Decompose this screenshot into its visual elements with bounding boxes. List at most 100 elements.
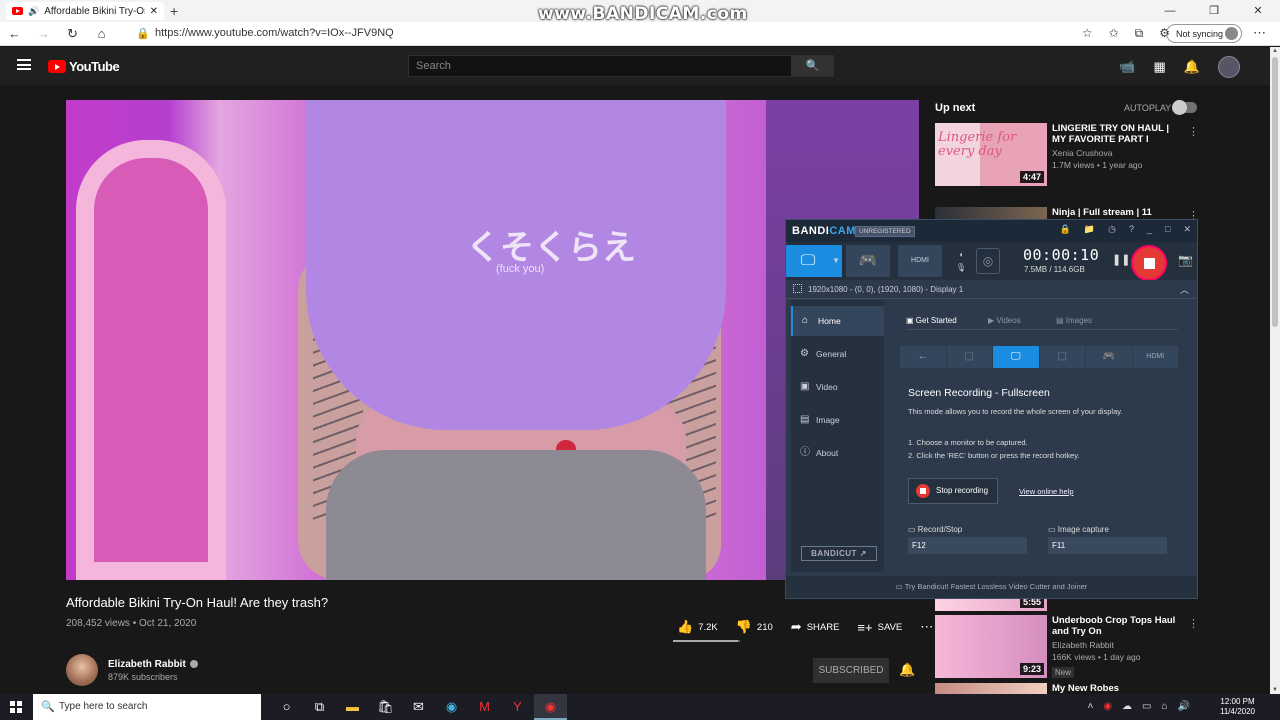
bandicam-taskbar-icon[interactable]: ◉: [534, 694, 567, 720]
nav-video[interactable]: ▣ Video: [791, 372, 884, 402]
tab-videos[interactable]: ▶ Videos: [988, 316, 1021, 325]
user-avatar[interactable]: [1218, 56, 1240, 78]
region-bar[interactable]: 1920x1080 - (0, 0), (1920, 1080) - Displ…: [786, 280, 1197, 299]
restore-icon[interactable]: □: [1165, 224, 1170, 235]
bandicam-titlebar[interactable]: BANDICAM UNREGISTERED 🔒 📁 ◷ ? _ □ ✕: [786, 220, 1197, 242]
save-button[interactable]: ≡+ SAVE: [857, 620, 902, 635]
tab-images[interactable]: ▤ Images: [1056, 316, 1092, 325]
device-mode-button[interactable]: HDMI: [898, 245, 942, 277]
around-mouse-icon[interactable]: ⬚: [1039, 346, 1085, 368]
tab-get-started[interactable]: ▣ Get Started: [906, 316, 957, 325]
edge-icon[interactable]: ◉: [435, 694, 468, 720]
file-explorer-icon[interactable]: ▬: [336, 694, 369, 720]
video-title[interactable]: LINGERIE TRY ON HAUL | MY FAVORITE PART …: [1052, 123, 1182, 145]
recommended-video[interactable]: Ninja | Full stream | 11 October ⋮: [935, 207, 1199, 219]
video-thumbnail[interactable]: [935, 683, 1047, 694]
browser-tab[interactable]: 🔊 Affordable Bikini Try-On Ha ✕: [6, 2, 164, 20]
video-title[interactable]: Ninja | Full stream | 11 October: [1052, 207, 1182, 219]
video-thumbnail[interactable]: 5:55: [935, 599, 1047, 611]
taskbar-search-input[interactable]: 🔍 Type here to search: [33, 694, 261, 720]
cortana-icon[interactable]: ○: [270, 694, 303, 720]
lock-icon[interactable]: 🔒: [136, 27, 150, 40]
url-field[interactable]: https://www.youtube.com/watch?v=IOx--JFV…: [155, 27, 394, 39]
home-icon[interactable]: ⌂: [87, 26, 116, 41]
forward-icon[interactable]: →: [29, 26, 58, 41]
chevron-up-icon[interactable]: ︿: [1180, 283, 1189, 296]
network-icon[interactable]: ⌂: [1162, 701, 1168, 712]
mail-icon[interactable]: ✉: [402, 694, 435, 720]
camera-icon[interactable]: 📷: [1178, 253, 1193, 267]
notifications-bell-icon[interactable]: 🔔: [1184, 59, 1200, 75]
fullscreen-mode-icon[interactable]: 🖵: [993, 346, 1039, 368]
video-title[interactable]: Underboob Crop Tops Haul and Try On: [1052, 615, 1182, 637]
rectangle-mode-icon[interactable]: ⬚: [946, 346, 992, 368]
stop-record-button[interactable]: [1131, 245, 1167, 281]
create-video-icon[interactable]: 📹: [1119, 59, 1135, 75]
recommended-video[interactable]: My New Robes: [935, 683, 1199, 694]
bandicut-button[interactable]: BANDICUT ↗: [801, 546, 877, 561]
hdmi-mode-icon[interactable]: HDMI: [1132, 346, 1178, 368]
like-button[interactable]: 👍 7.2K: [677, 619, 718, 635]
taskbar-clock[interactable]: 12:00 PM 11/4/2020: [1220, 697, 1255, 717]
video-title[interactable]: My New Robes: [1052, 683, 1182, 694]
page-scrollbar[interactable]: ▲ ▼: [1270, 47, 1280, 694]
scroll-down-icon[interactable]: ▼: [1272, 687, 1278, 693]
channel-name[interactable]: Elizabeth Rabbit: [108, 659, 186, 670]
screen-mode-dropdown[interactable]: ▼: [830, 245, 842, 277]
reload-icon[interactable]: ↻: [58, 26, 87, 42]
close-icon[interactable]: ✕: [1183, 224, 1191, 235]
task-view-icon[interactable]: ⧉: [303, 694, 336, 720]
webcam-toggle[interactable]: ◎: [976, 248, 1000, 274]
search-button[interactable]: 🔍: [791, 55, 834, 77]
share-button[interactable]: ➦ SHARE: [791, 619, 840, 635]
nav-about[interactable]: ⓘ About: [791, 438, 884, 468]
favorite-star-icon[interactable]: ☆: [1082, 26, 1093, 41]
bandicut-promo[interactable]: ▭ Try Bandicut! Fastest Lossless Video C…: [786, 576, 1197, 598]
store-icon[interactable]: 🛍: [369, 694, 402, 720]
cloud-icon[interactable]: ☁: [1122, 701, 1132, 712]
video-thumbnail[interactable]: [935, 207, 1047, 219]
video-thumbnail[interactable]: Lingerie for every day 4:47: [935, 123, 1047, 186]
hotkey-record-field[interactable]: F12: [908, 537, 1027, 554]
timer-icon[interactable]: ◷: [1108, 224, 1116, 235]
hotkey-image-field[interactable]: F11: [1048, 537, 1167, 554]
yandex-icon[interactable]: Y: [501, 694, 534, 720]
new-tab-button[interactable]: +: [170, 3, 178, 19]
minimize-button[interactable]: —: [1148, 0, 1192, 22]
recommended-video[interactable]: 9:23 Underboob Crop Tops Haul and Try On…: [935, 615, 1199, 679]
game-mode-button[interactable]: 🎮: [846, 245, 890, 277]
online-help-link[interactable]: View online help: [1019, 487, 1074, 496]
windows-start-icon[interactable]: [10, 701, 22, 713]
game-mode-icon[interactable]: 🎮: [1086, 346, 1132, 368]
channel-notification-bell-icon[interactable]: 🔔: [899, 662, 915, 678]
close-window-button[interactable]: ✕: [1236, 0, 1280, 22]
speaker-icon[interactable]: 🔊: [28, 6, 39, 17]
lock-icon[interactable]: 🔒: [1060, 224, 1071, 235]
record-tray-icon[interactable]: ◉: [1103, 701, 1112, 712]
hamburger-menu-icon[interactable]: [17, 59, 31, 70]
video-thumbnail[interactable]: 9:23: [935, 615, 1047, 678]
more-actions-button[interactable]: ⋯: [920, 619, 933, 635]
region-checkbox[interactable]: [793, 284, 802, 293]
pause-icon[interactable]: ❚❚: [1112, 253, 1130, 266]
help-icon[interactable]: ?: [1129, 224, 1134, 235]
favorites-icon[interactable]: ✩: [1109, 26, 1119, 41]
recommended-video[interactable]: 5:55: [935, 599, 1199, 611]
channel-name-row[interactable]: Elizabeth Rabbit: [108, 659, 198, 670]
channel-avatar[interactable]: [66, 654, 98, 686]
subscribe-button[interactable]: SUBSCRIBED: [813, 658, 889, 683]
stop-recording-button[interactable]: Stop recording: [908, 478, 998, 504]
screen-mode-button[interactable]: 🖵: [786, 245, 830, 277]
mic-toggle[interactable]: ◖ 🎙: [954, 248, 968, 274]
folder-icon[interactable]: 📁: [1084, 224, 1095, 235]
battery-icon[interactable]: ▭: [1142, 701, 1151, 712]
chevron-up-icon[interactable]: ˄: [1087, 701, 1093, 712]
scroll-up-icon[interactable]: ▲: [1272, 48, 1278, 54]
close-tab-icon[interactable]: ✕: [150, 6, 158, 17]
apps-grid-icon[interactable]: ▦: [1154, 59, 1166, 75]
scrollbar-thumb[interactable]: [1272, 57, 1278, 327]
more-vertical-icon[interactable]: ⋮: [1188, 617, 1199, 630]
dislike-button[interactable]: 👎 210: [736, 619, 773, 635]
youtube-logo[interactable]: YouTube: [48, 59, 120, 74]
mcafee-icon[interactable]: M: [468, 694, 501, 720]
